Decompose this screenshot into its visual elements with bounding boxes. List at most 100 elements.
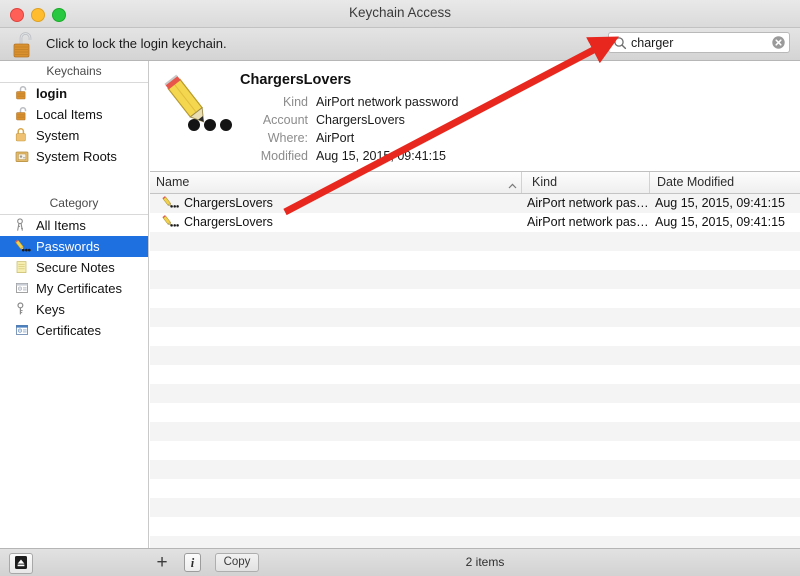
cell-name: ChargersLovers xyxy=(150,213,521,232)
unlocked-keychain-icon xyxy=(14,85,31,101)
unlocked-keychain-icon xyxy=(14,106,31,122)
window-title: Keychain Access xyxy=(348,5,452,20)
add-item-button[interactable]: + xyxy=(152,553,172,573)
sidebar-item-keys[interactable]: Keys xyxy=(0,299,148,320)
sidebar-item-all-items[interactable]: All Items xyxy=(0,215,148,236)
cell-name: ChargersLovers xyxy=(150,194,521,213)
certificate-folder-icon xyxy=(14,148,31,164)
search-input-value[interactable]: charger xyxy=(631,36,673,50)
certificate2-icon xyxy=(14,322,31,338)
detail-row-kind: Kind AirPort network password xyxy=(240,93,760,111)
detail-key: Kind xyxy=(282,95,308,109)
cell-date-modified: Aug 15, 2015, 09:41:15 xyxy=(655,196,785,210)
clear-search-icon[interactable] xyxy=(772,36,785,49)
sidebar-category-list: All Items Passwords Secure Notes My Cert… xyxy=(0,215,148,341)
pencil-dots-icon xyxy=(162,195,180,210)
sidebar-label: All Items xyxy=(36,218,86,233)
cell-date-modified: Aug 15, 2015, 09:41:15 xyxy=(655,215,785,229)
detail-value: AirPort network password xyxy=(316,95,459,109)
table-empty-row xyxy=(150,422,800,441)
sidebar-label: Passwords xyxy=(36,239,100,254)
sidebar-label: Keys xyxy=(36,302,65,317)
toolbar: Click to lock the login keychain. charge… xyxy=(0,28,800,61)
detail-row-where: Where: AirPort xyxy=(240,129,760,147)
sidebar: Keychains login Local Items System Syste… xyxy=(0,61,149,548)
lock-keychain-label[interactable]: Click to lock the login keychain. xyxy=(46,36,227,51)
table-empty-row xyxy=(150,365,800,384)
sidebar-label: My Certificates xyxy=(36,281,122,296)
sidebar-label: Local Items xyxy=(36,107,103,122)
key-icon xyxy=(14,301,31,317)
sidebar-item-system-roots[interactable]: System Roots xyxy=(0,146,148,167)
sidebar-item-passwords[interactable]: Passwords xyxy=(0,236,148,257)
keychain-access-window: Keychain Access Click to lock the login … xyxy=(0,0,800,576)
detail-row-modified: Modified Aug 15, 2015, 09:41:15 xyxy=(240,147,760,165)
table-row[interactable]: ChargersLovers AirPort network pas… Aug … xyxy=(150,213,800,232)
table-empty-rows xyxy=(150,232,800,548)
table-empty-row xyxy=(150,384,800,403)
detail-value: ChargersLovers xyxy=(316,113,405,127)
pencil-dots-icon xyxy=(162,214,180,229)
table-empty-row xyxy=(150,270,800,289)
sort-ascending-icon xyxy=(508,178,517,189)
table-empty-row xyxy=(150,479,800,498)
table-empty-row xyxy=(150,346,800,365)
keychain-items-table: Name Kind Date Modified ChargersLovers A… xyxy=(150,172,800,548)
sidebar-item-my-certificates[interactable]: My Certificates xyxy=(0,278,148,299)
table-empty-row xyxy=(150,289,800,308)
search-icon xyxy=(613,36,627,50)
table-empty-row xyxy=(150,536,800,548)
table-empty-row xyxy=(150,308,800,327)
table-empty-row xyxy=(150,251,800,270)
table-body: ChargersLovers AirPort network pas… Aug … xyxy=(150,194,800,548)
detail-key: Account xyxy=(262,113,308,127)
title-bar: Keychain Access xyxy=(0,0,800,28)
detail-value: AirPort xyxy=(316,131,355,145)
sidebar-header-keychains: Keychains xyxy=(0,61,148,83)
locked-keychain-icon xyxy=(14,127,31,143)
sidebar-label: Certificates xyxy=(36,323,102,338)
column-header-kind[interactable]: Kind xyxy=(521,172,649,193)
item-count-status: 2 items xyxy=(465,555,505,569)
sidebar-item-secure-notes[interactable]: Secure Notes xyxy=(0,257,148,278)
sidebar-keychains-list: login Local Items System System Roots xyxy=(0,83,148,167)
cell-kind: AirPort network pas… xyxy=(527,215,649,229)
table-empty-row xyxy=(150,327,800,346)
show-keychains-button[interactable] xyxy=(9,553,33,574)
sidebar-item-login[interactable]: login xyxy=(0,83,148,104)
sidebar-label: login xyxy=(36,86,68,101)
detail-key: Where: xyxy=(267,131,308,145)
item-detail-pane: ChargersLovers Kind AirPort network passw… xyxy=(150,61,800,172)
table-row[interactable]: ChargersLovers AirPort network pas… Aug … xyxy=(150,194,800,213)
detail-value: Aug 15, 2015, 09:41:15 xyxy=(316,149,446,163)
sidebar-item-system[interactable]: System xyxy=(0,125,148,146)
sidebar-label: System Roots xyxy=(36,149,117,164)
keys-icon xyxy=(14,217,31,233)
open-padlock-icon[interactable] xyxy=(10,30,38,60)
footer-toolbar: + i Copy 2 items xyxy=(0,548,800,576)
table-empty-row xyxy=(150,498,800,517)
sidebar-header-category: Category xyxy=(0,193,148,215)
detail-title: ChargersLovers xyxy=(240,72,352,88)
cell-name-text: ChargersLovers xyxy=(184,215,273,229)
column-header-date-modified[interactable]: Date Modified xyxy=(649,172,800,193)
table-empty-row xyxy=(150,441,800,460)
copy-button[interactable]: Copy xyxy=(215,553,259,572)
pencil-dots-icon xyxy=(14,238,31,254)
sidebar-item-local-items[interactable]: Local Items xyxy=(0,104,148,125)
column-header-name[interactable]: Name xyxy=(150,172,521,193)
search-field[interactable]: charger xyxy=(608,32,790,53)
cell-name-text: ChargersLovers xyxy=(184,196,273,210)
sidebar-item-certificates[interactable]: Certificates xyxy=(0,320,148,341)
table-empty-row xyxy=(150,460,800,479)
table-empty-row xyxy=(150,517,800,536)
note-icon xyxy=(14,259,31,275)
sidebar-label: Secure Notes xyxy=(36,260,115,275)
table-empty-row xyxy=(150,403,800,422)
detail-field-list: Kind AirPort network password Account Char… xyxy=(240,93,760,165)
table-header-row: Name Kind Date Modified xyxy=(150,172,800,194)
item-info-button[interactable]: i xyxy=(184,553,201,572)
sidebar-label: System xyxy=(36,128,80,143)
pencil-dots-large-icon xyxy=(158,73,234,139)
table-empty-row xyxy=(150,232,800,251)
